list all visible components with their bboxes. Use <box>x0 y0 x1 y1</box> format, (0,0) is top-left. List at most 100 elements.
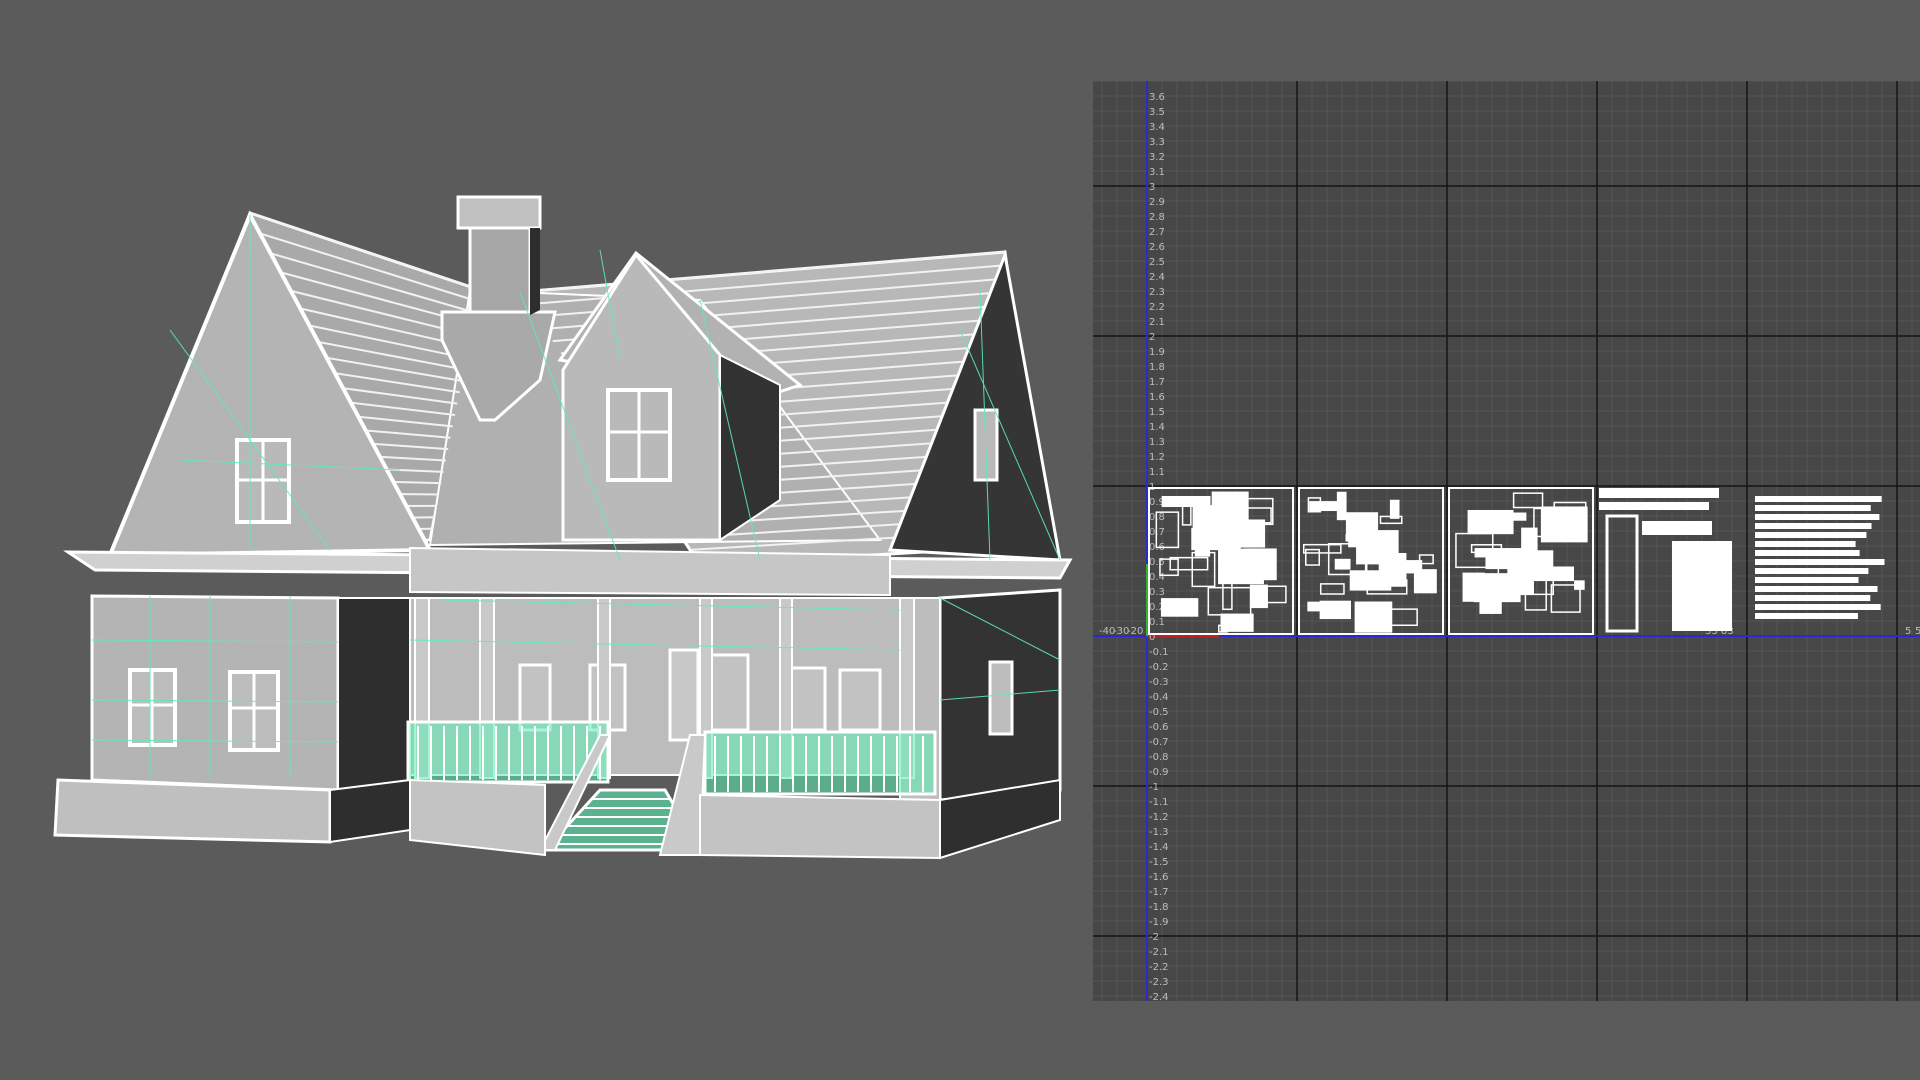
foundation-left <box>53 778 332 844</box>
uv-shell-roof-walls[interactable] <box>1148 487 1294 635</box>
uv-face <box>1755 496 1882 502</box>
wall-window-right <box>988 660 1014 736</box>
uv-face <box>1755 577 1859 583</box>
v-tick-label: -0.2 <box>1149 662 1169 673</box>
foundation-left-side <box>329 778 411 844</box>
v-tick-label: 2.4 <box>1149 272 1165 283</box>
uv-shell-trim-columns[interactable] <box>1599 488 1732 633</box>
v-tick-label: 2.1 <box>1149 317 1165 328</box>
v-tick-label: 1.2 <box>1149 452 1165 463</box>
uv-face <box>1160 598 1199 617</box>
porch-window-1 <box>518 663 552 732</box>
v-tick-label: 1.9 <box>1149 347 1165 358</box>
uv-face <box>1599 502 1709 510</box>
uv-face <box>1755 523 1872 529</box>
v-tick-label: -0.8 <box>1149 752 1169 763</box>
uv-face <box>1334 558 1351 570</box>
v-tick-label: 3 <box>1149 182 1155 193</box>
uv-face <box>1755 505 1871 511</box>
uv-face <box>1512 492 1544 509</box>
uv-face <box>1755 613 1858 619</box>
chimney-shaft <box>468 226 532 317</box>
v-tick-label: -1.4 <box>1149 842 1169 853</box>
railing-left <box>406 720 610 784</box>
uv-face <box>1354 601 1393 633</box>
uv-face <box>1755 559 1885 565</box>
v-tick-label: 3.1 <box>1149 167 1165 178</box>
v-tick-label: -0.5 <box>1149 707 1169 718</box>
v-tick-label: 3.4 <box>1149 122 1165 133</box>
porch-roof-fascia <box>409 546 891 597</box>
railing-right <box>703 730 937 796</box>
wall-window-2 <box>228 670 280 752</box>
uv-face <box>1513 550 1554 579</box>
uv-face <box>1220 613 1254 632</box>
v-tick-label: -2.3 <box>1149 977 1169 988</box>
v-tick-label: -1.5 <box>1149 857 1169 868</box>
v-tick-label: -1.6 <box>1149 872 1169 883</box>
wall-left-side-dark <box>337 597 411 792</box>
uv-face <box>1642 521 1712 535</box>
v-tick-label: 2.3 <box>1149 287 1165 298</box>
porch-window-5 <box>838 668 882 732</box>
v-tick-label: 1.6 <box>1149 392 1165 403</box>
uv-face <box>1755 550 1860 556</box>
v-tick-label: 1.1 <box>1149 467 1165 478</box>
uv-face <box>1755 532 1867 538</box>
v-tick-label: 2 <box>1149 332 1155 343</box>
v-tick-label: 0.4 <box>1149 572 1165 583</box>
v-tick-label: -0.6 <box>1149 722 1169 733</box>
uv-face <box>1755 541 1856 547</box>
v-tick-label: 0.1 <box>1149 617 1165 628</box>
uv-face <box>1599 488 1719 498</box>
v-tick-label: 3.2 <box>1149 152 1165 163</box>
uv-face <box>1755 514 1880 520</box>
v-tick-label: 3.5 <box>1149 107 1165 118</box>
v-tick-label: 2.5 <box>1149 257 1165 268</box>
v-tick-label: 1.5 <box>1149 407 1165 418</box>
uv-face <box>1473 579 1514 602</box>
house-model[interactable] <box>0 0 1090 1080</box>
uv-face <box>1540 506 1588 543</box>
uv-face <box>1218 548 1264 585</box>
v-tick-label: -1.9 <box>1149 917 1169 928</box>
uv-face <box>1161 495 1211 508</box>
uv-face <box>1319 600 1351 620</box>
uv-texture-editor[interactable]: 3.6 3.5 3.4 3.3 3.2 3.1 3 2.9 2.8 2.7 2.6 2.5 2.4 2.3… <box>1093 81 1920 1001</box>
front-door <box>668 648 700 742</box>
v-tick-label: -2 <box>1149 932 1159 943</box>
uv-face <box>1479 600 1502 614</box>
v-tick-label: -0.1 <box>1149 647 1169 658</box>
uv-shell-boards[interactable] <box>1755 496 1885 619</box>
uv-face <box>1521 527 1538 555</box>
uv-face <box>1672 541 1732 631</box>
uv-face <box>1207 586 1252 616</box>
v-tick-label: -2.4 <box>1149 992 1169 1001</box>
foundation-porch <box>409 778 546 857</box>
uv-face <box>1356 530 1399 565</box>
v-tick-label: -0.4 <box>1149 692 1169 703</box>
foundation-porch-right <box>699 793 941 860</box>
uv-face <box>1249 584 1268 609</box>
wall-window-1 <box>128 668 177 747</box>
v-tick-label: -0.3 <box>1149 677 1169 688</box>
v-tick-label: -1.8 <box>1149 902 1169 913</box>
u-tick-label: 5 <box>1915 626 1920 637</box>
chimney-top <box>456 195 542 230</box>
uv-face <box>1309 501 1344 512</box>
v-tick-label: 1.7 <box>1149 377 1165 388</box>
v-tick-label: -2.1 <box>1149 947 1169 958</box>
u-tick-label: -20 <box>1127 626 1143 637</box>
v-tick-label: -1.3 <box>1149 827 1169 838</box>
v-tick-label: 2.8 <box>1149 212 1165 223</box>
uv-face <box>1389 499 1400 519</box>
v-tick-label: 2.7 <box>1149 227 1165 238</box>
uv-grid[interactable]: 3.6 3.5 3.4 3.3 3.2 3.1 3 2.9 2.8 2.7 2.6 2.5 2.4 2.3… <box>1093 81 1920 1001</box>
v-tick-label: 1.3 <box>1149 437 1165 448</box>
v-tick-label: 0.3 <box>1149 587 1165 598</box>
v-tick-label: -0.7 <box>1149 737 1169 748</box>
v-tick-label: -1.2 <box>1149 812 1169 823</box>
v-tick-label: -1 <box>1149 782 1159 793</box>
3d-viewport[interactable] <box>0 0 1090 1080</box>
v-tick-label: -2.2 <box>1149 962 1169 973</box>
